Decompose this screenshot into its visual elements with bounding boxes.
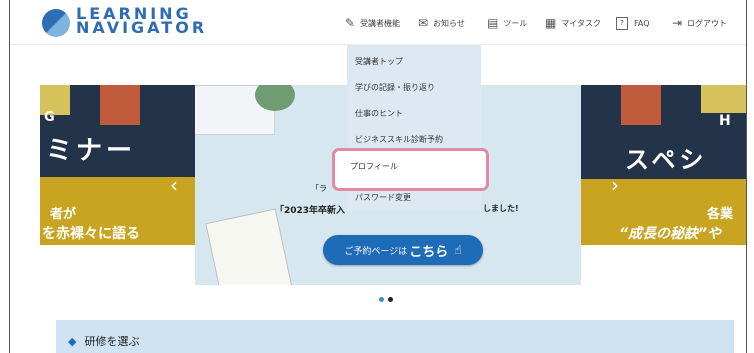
nav-notices[interactable]: ✉ お知らせ [418,14,465,32]
question-icon: ? [616,16,628,30]
slide-subtitle: 者が [50,207,77,222]
chevron-left-icon[interactable]: ‹ [170,173,178,197]
slide-tag: H [719,113,731,129]
logo-text: LEARNING NAVIGATOR [76,6,208,37]
reservation-cta-button[interactable]: ご予約ページは こちら ☝ [323,235,483,265]
slide-text: 「2023年卒新入 [275,206,346,216]
slide-title: スペシ [625,146,708,174]
nav-logout[interactable]: ⇥ ログアウト [672,14,727,32]
dropdown-item-skill-diagnosis[interactable]: ビジネススキル診断予約 [347,130,481,150]
slide-text: 「ラ [311,184,327,193]
notebook-image [205,208,293,285]
compass-icon: ◆ [68,334,77,348]
calendar-icon: ▦ [545,16,557,30]
dropdown-item-work-hints[interactable]: 仕事のヒント [347,104,481,124]
cta-prefix: ご予約ページは [344,246,408,257]
plant-image [255,85,295,111]
slide-tag: G [44,110,55,125]
decoration-shape [100,85,140,125]
carousel-pagination [379,297,393,302]
site-header: LEARNING NAVIGATOR ✎ 受講者機能 ✉ お知らせ ▤ ツール … [10,0,746,44]
dropdown-item-label: プロフィール [350,162,398,171]
nav-label: FAQ [634,18,650,28]
nav-label: 受講者機能 [360,18,401,28]
nav-label: ツール [503,18,528,28]
course-select-section: ◆ 研修を選ぶ [56,320,734,353]
carousel-slide-next[interactable]: H スペシ 各業 “成長の秘訣”や › [581,85,746,245]
cta-strong: こちら [409,244,449,260]
slide-subtitle: “成長の秘訣”や [619,226,722,242]
logo-mark-icon [42,9,70,37]
nav-faq[interactable]: ? FAQ [616,14,650,32]
dropdown-item-learning-record[interactable]: 学びの記録・振り返り [347,78,481,98]
nav-label: ログアウト [687,18,728,28]
logout-icon: ⇥ [672,16,683,30]
carousel-slide-prev[interactable]: G ミナー 者が を赤裸々に語る ‹ [40,85,195,245]
nav-label: マイタスク [561,18,602,28]
carousel-dot-active[interactable] [379,297,384,302]
browser-page: LEARNING NAVIGATOR ✎ 受講者機能 ✉ お知らせ ▤ ツール … [9,0,747,353]
dropdown-item-profile[interactable]: プロフィール [332,148,489,191]
decoration-shape [701,85,746,113]
nav-learner-functions[interactable]: ✎ 受講者機能 [345,14,400,32]
nav-tools[interactable]: ▤ ツール [487,14,527,32]
dropdown-item-learner-top[interactable]: 受講者トップ [347,52,481,72]
carousel-dot[interactable] [388,297,393,302]
mail-icon: ✉ [418,16,429,30]
decoration-shape [621,85,661,125]
section-title: ◆ 研修を選ぶ [68,333,139,349]
slide-subtitle: を赤裸々に語る [42,226,140,242]
slide-text: しました! [483,204,519,213]
slide-subtitle: 各業 [707,207,734,222]
logo-line-2: NAVIGATOR [76,18,208,37]
nav-my-tasks[interactable]: ▦ マイタスク [545,14,601,32]
nav-label: お知らせ [433,18,465,28]
section-title-text: 研修を選ぶ [84,335,140,348]
learning-navigator-logo[interactable]: LEARNING NAVIGATOR [42,6,204,38]
chevron-right-icon[interactable]: › [611,173,619,197]
document-icon: ▤ [487,16,499,30]
pencil-icon: ✎ [345,16,356,30]
pointer-hand-icon: ☝ [454,243,462,257]
dropdown-item-password-change[interactable]: パスワード変更 [347,188,481,208]
slide-title: ミナー [46,136,137,166]
